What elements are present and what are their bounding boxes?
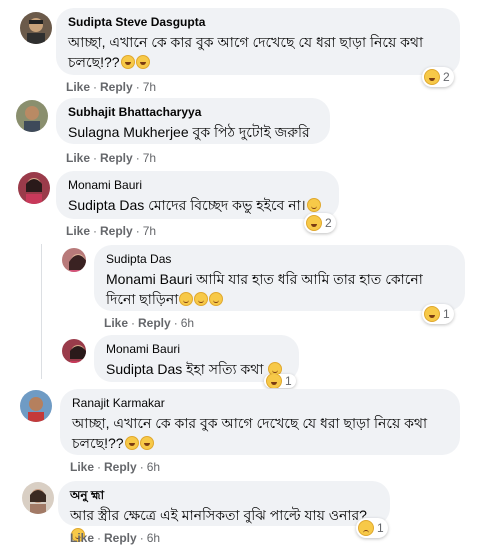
comment-text: Monami Bauri আমি যার হাত ধরি আমি তার হাত… bbox=[106, 271, 423, 307]
comment-actions: Like · Reply · 7h bbox=[66, 80, 157, 94]
comment-author[interactable]: অনু হ্মা bbox=[70, 487, 378, 503]
laughing-emoji-icon bbox=[139, 436, 154, 450]
haha-reaction-icon bbox=[266, 374, 282, 388]
laughing-emoji-icon bbox=[124, 436, 139, 450]
timestamp[interactable]: 7h bbox=[143, 151, 156, 165]
reply-bubble: Sudipta Das Monami Bauri আমি যার হাত ধরি… bbox=[94, 245, 465, 311]
smile-emoji-icon bbox=[179, 292, 194, 306]
comment-author[interactable]: Sudipta Das bbox=[106, 251, 453, 267]
comment-author[interactable]: Subhajit Bhattacharyya bbox=[68, 104, 318, 120]
timestamp[interactable]: 6h bbox=[147, 460, 160, 474]
timestamp[interactable]: 7h bbox=[143, 80, 156, 94]
avatar[interactable] bbox=[16, 100, 48, 132]
comment-author[interactable]: Monami Bauri bbox=[68, 177, 327, 193]
comment-bubble: Sudipta Steve Dasgupta আচ্ছা, এখানে কে ক… bbox=[56, 8, 460, 75]
comment-actions: Like · Reply · 7h bbox=[66, 151, 157, 165]
like-button[interactable]: Like bbox=[104, 316, 128, 330]
like-button[interactable]: Like bbox=[66, 151, 90, 165]
smile-emoji-icon bbox=[306, 198, 321, 212]
comment-bubble: অনু হ্মা আর স্ত্রীর ক্ষেত্রে এই মানসিকতা… bbox=[58, 481, 390, 542]
smile-emoji-icon bbox=[194, 292, 209, 306]
mention-link[interactable]: Sulagna Mukherjee bbox=[68, 124, 189, 140]
reply-button[interactable]: Reply bbox=[100, 224, 133, 238]
comment-actions: Like · Reply · 6h bbox=[104, 316, 195, 330]
laughing-emoji-icon bbox=[135, 55, 150, 69]
avatar[interactable] bbox=[20, 12, 52, 44]
comment-bubble: Subhajit Bhattacharyya Sulagna Mukherjee… bbox=[56, 98, 330, 144]
reply-button[interactable]: Reply bbox=[138, 316, 171, 330]
comment-text: Sudipta Das মোদের বিচ্ছেদ কভু হইবে না। bbox=[68, 195, 327, 215]
comment-author[interactable]: Monami Bauri bbox=[106, 341, 287, 357]
reaction-count[interactable]: 1 bbox=[356, 518, 388, 538]
reply-button[interactable]: Reply bbox=[104, 531, 137, 545]
timestamp[interactable]: 7h bbox=[143, 224, 156, 238]
comment-text: Sudipta Das ইহা সত্যি কথা bbox=[106, 359, 287, 379]
comment-actions: Like · Reply · 7h bbox=[66, 224, 157, 238]
avatar[interactable] bbox=[62, 339, 86, 363]
mention-link[interactable]: Sudipta Das bbox=[68, 197, 144, 213]
comment-actions: Like · Reply · 6h bbox=[70, 460, 161, 474]
reaction-count[interactable]: 1 bbox=[422, 304, 454, 324]
like-button[interactable]: Like bbox=[70, 460, 94, 474]
haha-reaction-icon bbox=[424, 69, 440, 85]
comment-text: আচ্ছা, এখানে কে কার বুক আগে দেখেছে যে ধর… bbox=[72, 415, 428, 451]
avatar[interactable] bbox=[20, 390, 52, 422]
comment-text: আচ্ছা, এখানে কে কার বুক আগে দেখেছে যে ধর… bbox=[68, 34, 424, 70]
comment-actions: Like · Reply · 6h bbox=[70, 531, 161, 545]
reaction-count[interactable]: 2 bbox=[422, 67, 454, 87]
avatar[interactable] bbox=[22, 482, 54, 514]
mention-link[interactable]: Sudipta Das bbox=[106, 361, 182, 377]
comment-text: Sulagna Mukherjee বুক পিঠ দুটোই জরুরি bbox=[68, 124, 310, 140]
mention-link[interactable]: Monami Bauri bbox=[106, 271, 192, 287]
reply-button[interactable]: Reply bbox=[100, 151, 133, 165]
reply-button[interactable]: Reply bbox=[100, 80, 133, 94]
reaction-count[interactable]: 1 bbox=[264, 374, 296, 388]
haha-reaction-icon bbox=[306, 215, 322, 231]
reply-button[interactable]: Reply bbox=[104, 460, 137, 474]
like-button[interactable]: Like bbox=[66, 224, 90, 238]
avatar[interactable] bbox=[18, 172, 50, 204]
comment-bubble: Monami Bauri Sudipta Das মোদের বিচ্ছেদ ক… bbox=[56, 171, 339, 219]
comment-author[interactable]: Ranajit Karmakar bbox=[72, 395, 448, 411]
sad-reaction-icon bbox=[358, 520, 374, 536]
smile-emoji-icon bbox=[209, 292, 224, 306]
like-button[interactable]: Like bbox=[66, 80, 90, 94]
avatar[interactable] bbox=[62, 248, 86, 272]
timestamp[interactable]: 6h bbox=[147, 531, 160, 545]
thread-line bbox=[41, 244, 42, 379]
comment-author[interactable]: Sudipta Steve Dasgupta bbox=[68, 14, 448, 30]
haha-reaction-icon bbox=[424, 306, 440, 322]
like-button[interactable]: Like bbox=[70, 531, 94, 545]
timestamp[interactable]: 6h bbox=[181, 316, 194, 330]
laughing-emoji-icon bbox=[120, 55, 135, 69]
reaction-count[interactable]: 2 bbox=[304, 213, 336, 233]
comment-bubble: Ranajit Karmakar আচ্ছা, এখানে কে কার বুক… bbox=[60, 389, 460, 455]
